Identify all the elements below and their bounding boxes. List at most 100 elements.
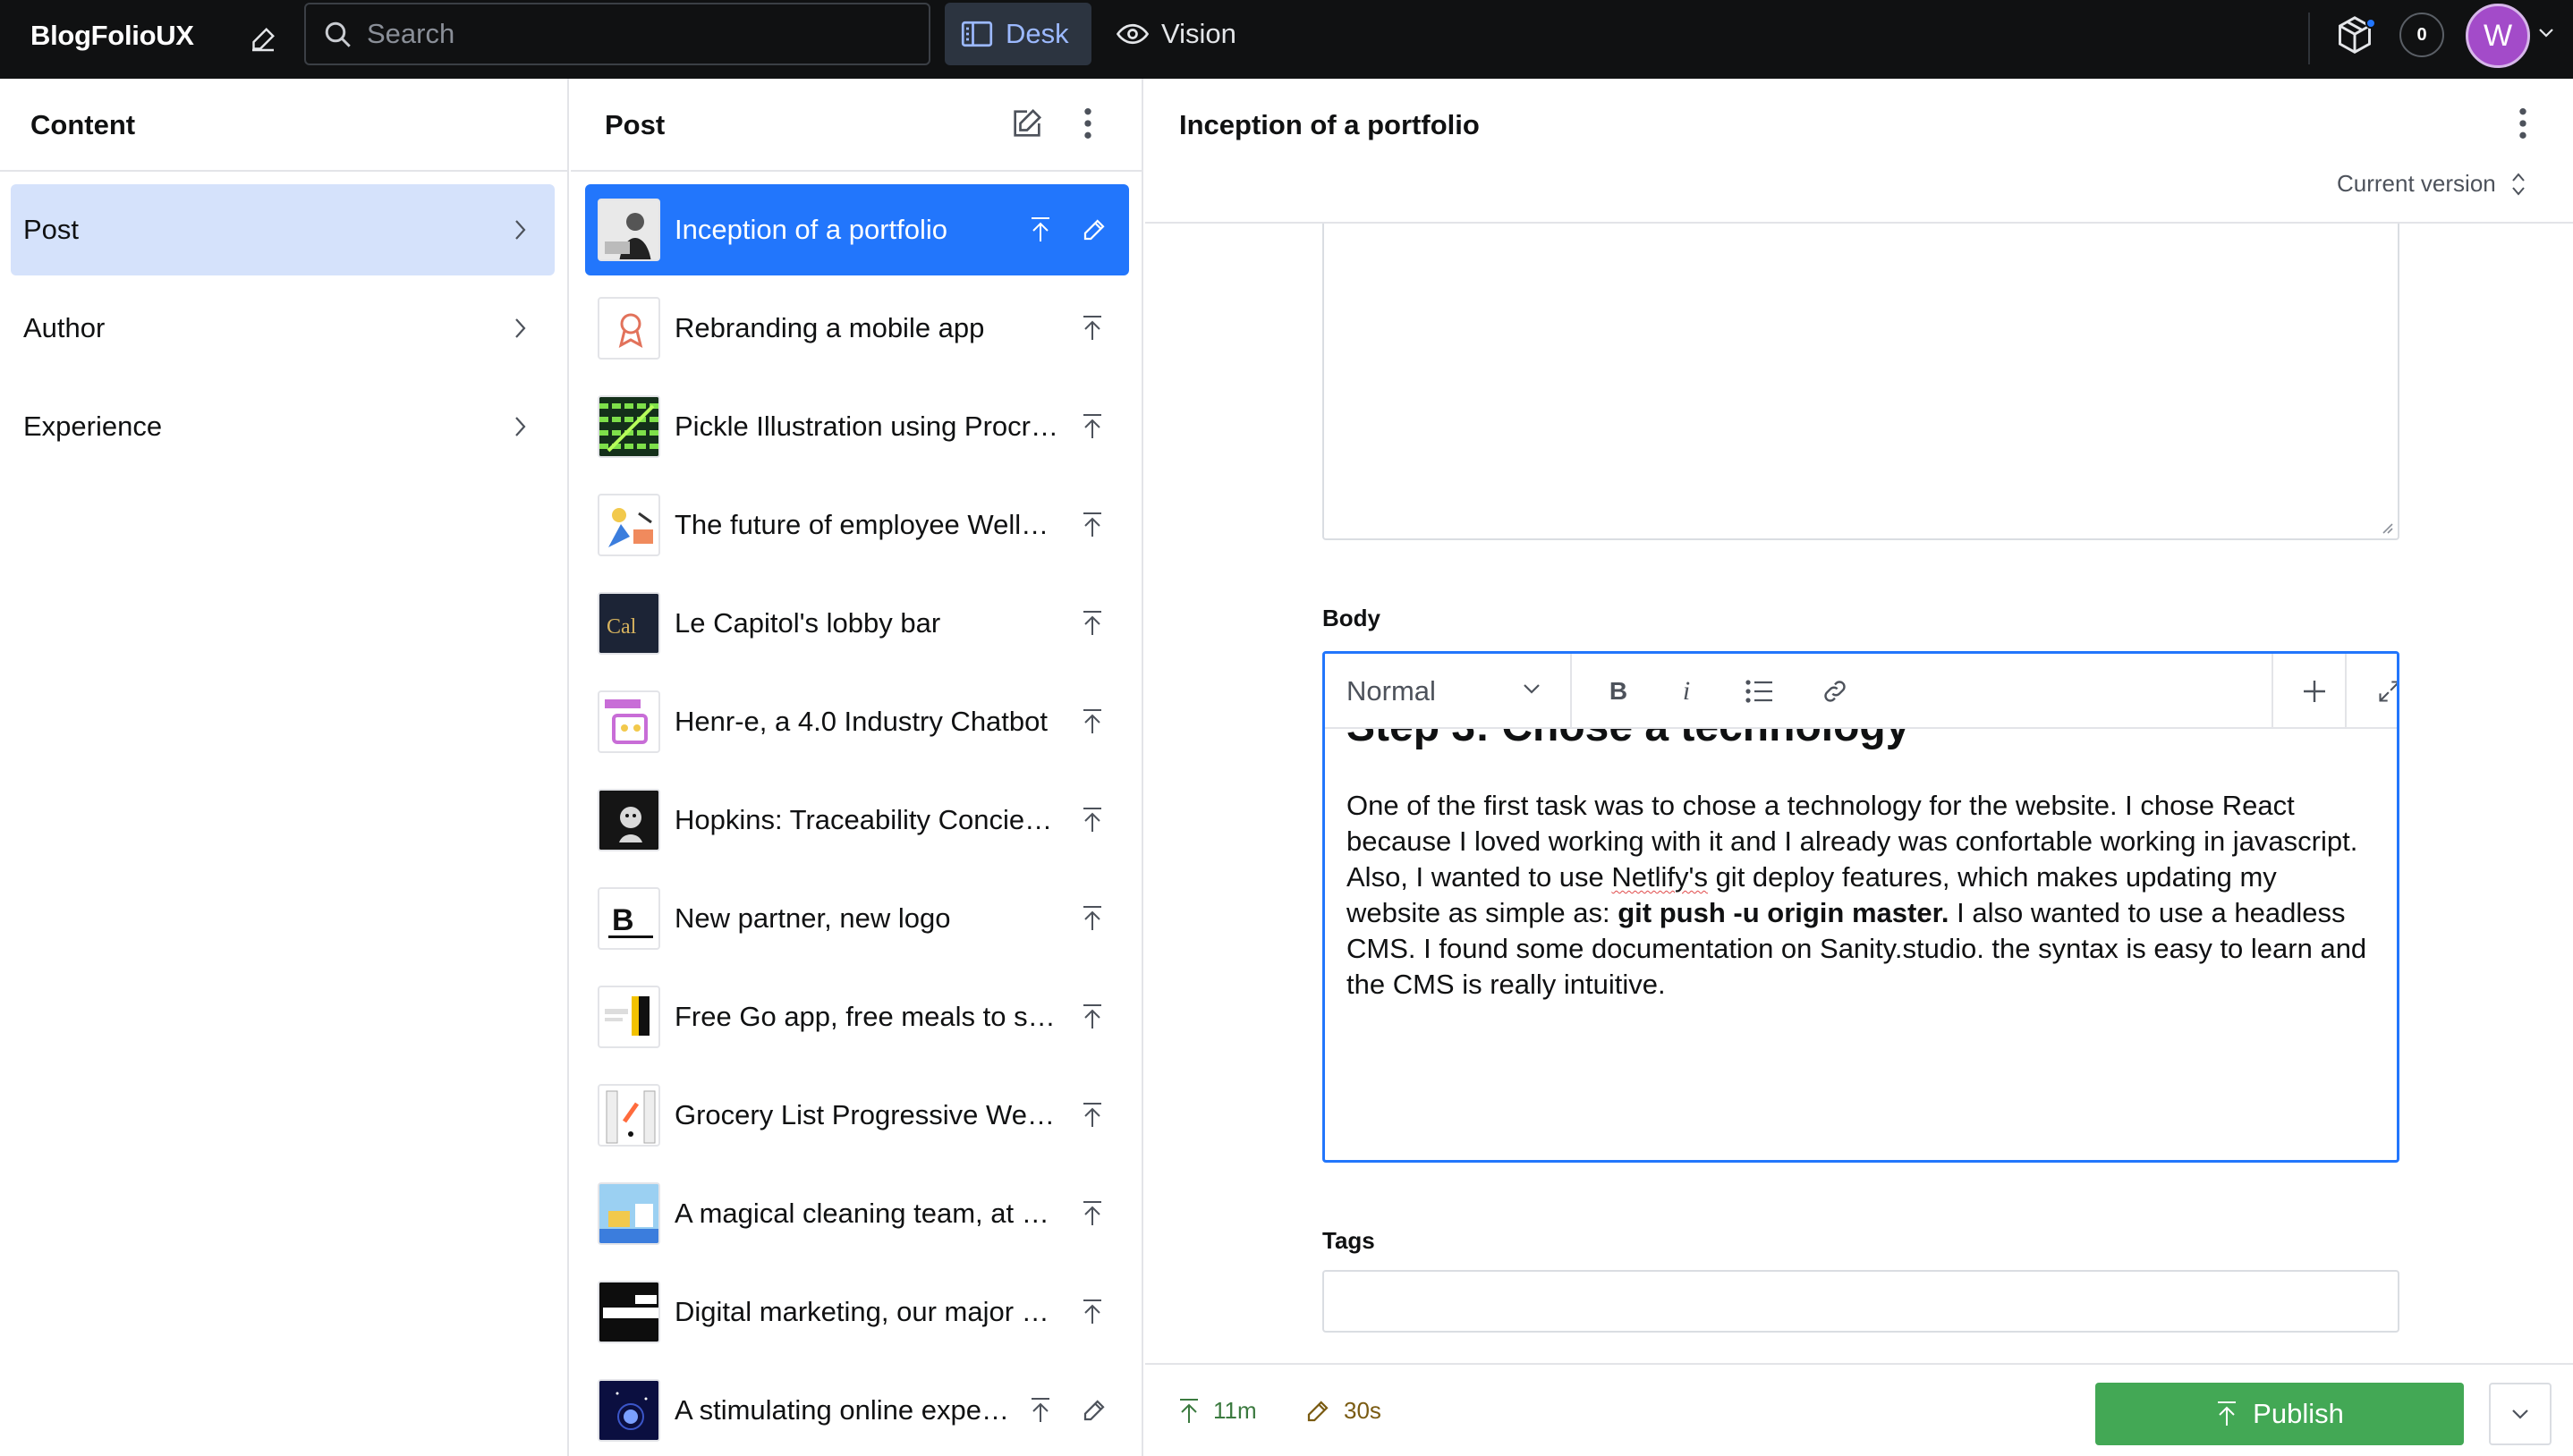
bold-button[interactable]: B (1601, 673, 1636, 709)
pencil-icon (1304, 1398, 1331, 1425)
document-title: A stimulating online experience (675, 1394, 1015, 1426)
toolbar-divider (2272, 654, 2273, 729)
document-title: Free Go app, free meals to students (675, 1001, 1059, 1032)
search-input[interactable] (367, 4, 913, 63)
bold-text: git push -u origin master. (1618, 897, 1949, 928)
document-list-item[interactable]: Digital marketing, our major asset (585, 1266, 1129, 1358)
version-selector[interactable]: Current version (2337, 170, 2526, 198)
document-title: Digital marketing, our major asset (675, 1296, 1059, 1327)
document-title: Hopkins: Traceability Concierge (675, 804, 1059, 835)
search-box[interactable] (304, 3, 930, 65)
tab-vision-label: Vision (1161, 18, 1236, 49)
tags-input[interactable] (1322, 1270, 2399, 1333)
document-list-item[interactable]: Pickle Illustration using Procreate (585, 381, 1129, 472)
avatar[interactable]: W (2466, 4, 2530, 68)
document-thumbnail (598, 986, 660, 1048)
document-list-item[interactable]: The future of employee Wellness (585, 479, 1129, 571)
chevron-right-icon (514, 218, 528, 241)
document-pane: Inception of a portfolio Current version… (1145, 79, 2573, 1456)
chevron-right-icon (514, 317, 528, 340)
document-title: A magical cleaning team, at your door (675, 1198, 1059, 1229)
content-pane-header: Content (0, 79, 567, 172)
chevron-right-icon (514, 415, 528, 438)
expand-icon[interactable] (2372, 673, 2397, 709)
document-thumbnail (598, 690, 660, 753)
nav-divider (2308, 13, 2310, 64)
document-title: Le Capitol's lobby bar (675, 607, 941, 639)
published-icon (1081, 413, 1104, 440)
desk-icon (961, 21, 993, 47)
document-list-item[interactable]: Inception of a portfolio (585, 184, 1129, 275)
pane-title: Post (605, 109, 666, 140)
more-vertical-icon[interactable] (2518, 106, 2528, 141)
document-thumbnail (598, 494, 660, 556)
bullet-list-icon[interactable] (1742, 673, 1778, 709)
published-icon (1081, 512, 1104, 538)
published-status[interactable]: 11m (1177, 1397, 1257, 1425)
tab-vision[interactable]: Vision (1100, 3, 1261, 65)
document-thumbnail (598, 1281, 660, 1343)
notification-count[interactable]: 0 (2399, 13, 2444, 57)
chevron-down-icon[interactable] (2537, 27, 2555, 39)
edited-status[interactable]: 30s (1304, 1397, 1381, 1425)
chevron-down-icon (2510, 1408, 2530, 1420)
post-pane-header: Post (571, 79, 1142, 172)
top-navbar: BlogFolioUX Desk Vision (0, 0, 2573, 79)
published-icon (1081, 708, 1104, 735)
sidebar-item-author[interactable]: Author (11, 283, 555, 374)
document-title: Pickle Illustration using Procreate (675, 411, 1059, 442)
document-list-item[interactable]: Henr-e, a 4.0 Industry Chatbot (585, 676, 1129, 767)
document-list-item[interactable]: B New partner, new logo (585, 873, 1129, 964)
sidebar-item-post[interactable]: Post (11, 184, 555, 275)
published-icon (1081, 315, 1104, 342)
sidebar-item-label: Author (23, 312, 106, 343)
published-icon (1029, 216, 1052, 243)
pencil-icon (1081, 1397, 1108, 1424)
document-list-item[interactable]: Hopkins: Traceability Concierge (585, 775, 1129, 866)
document-list-item[interactable]: Cal Le Capitol's lobby bar (585, 578, 1129, 669)
document-list-item[interactable]: A magical cleaning team, at your door (585, 1168, 1129, 1259)
sidebar-item-experience[interactable]: Experience (11, 381, 555, 472)
more-vertical-icon[interactable] (1083, 106, 1093, 141)
link-icon[interactable] (1817, 673, 1853, 709)
document-title: Grocery List Progressive Web App (675, 1099, 1059, 1130)
published-icon (1081, 807, 1104, 834)
editor-toolbar: Normal B i (1325, 654, 2397, 729)
publish-button[interactable]: Publish (2095, 1383, 2464, 1445)
package-icon[interactable] (2335, 14, 2382, 61)
create-new-icon[interactable] (1009, 106, 1045, 141)
italic-button[interactable]: i (1669, 673, 1704, 709)
plus-icon[interactable] (2297, 673, 2332, 709)
document-list-item[interactable]: Free Go app, free meals to students (585, 971, 1129, 1062)
svg-text:Cal: Cal (607, 615, 637, 639)
edited-time: 30s (1344, 1397, 1381, 1424)
excerpt-textarea[interactable] (1322, 224, 2399, 540)
block-style-select[interactable]: Normal (1346, 675, 1436, 707)
body-editor[interactable]: Normal B i Step 3: Chose a technology (1322, 651, 2399, 1163)
document-thumbnail (598, 199, 660, 261)
chevron-down-icon[interactable] (1522, 682, 1541, 695)
document-thumbnail (598, 789, 660, 851)
brand-title[interactable]: BlogFolioUX (30, 20, 194, 52)
document-list-item[interactable]: Rebranding a mobile app (585, 283, 1129, 374)
misspelled-word: Netlify's (1611, 861, 1708, 893)
document-thumbnail: B (598, 887, 660, 950)
up-down-chevron-icon (2510, 171, 2526, 198)
pane-title: Content (30, 109, 136, 140)
resize-handle-icon[interactable] (2378, 519, 2394, 535)
compose-icon[interactable] (240, 16, 286, 63)
eye-icon (1117, 22, 1149, 46)
search-icon (322, 19, 354, 51)
tags-label: Tags (1322, 1227, 1375, 1254)
body-paragraph[interactable]: One of the first task was to chose a tec… (1346, 788, 2375, 1003)
document-list-item[interactable]: A stimulating online experience (585, 1365, 1129, 1456)
document-list-item[interactable]: Grocery List Progressive Web App (585, 1070, 1129, 1161)
publish-menu-button[interactable] (2489, 1383, 2552, 1445)
tab-desk[interactable]: Desk (945, 3, 1091, 65)
post-pane: Post Inception of a portfolio Rebranding… (571, 79, 1143, 1456)
document-thumbnail (598, 1379, 660, 1442)
document-thumbnail (598, 297, 660, 360)
published-icon (1177, 1398, 1201, 1425)
publish-label: Publish (2253, 1398, 2344, 1429)
publish-icon (2215, 1401, 2238, 1427)
